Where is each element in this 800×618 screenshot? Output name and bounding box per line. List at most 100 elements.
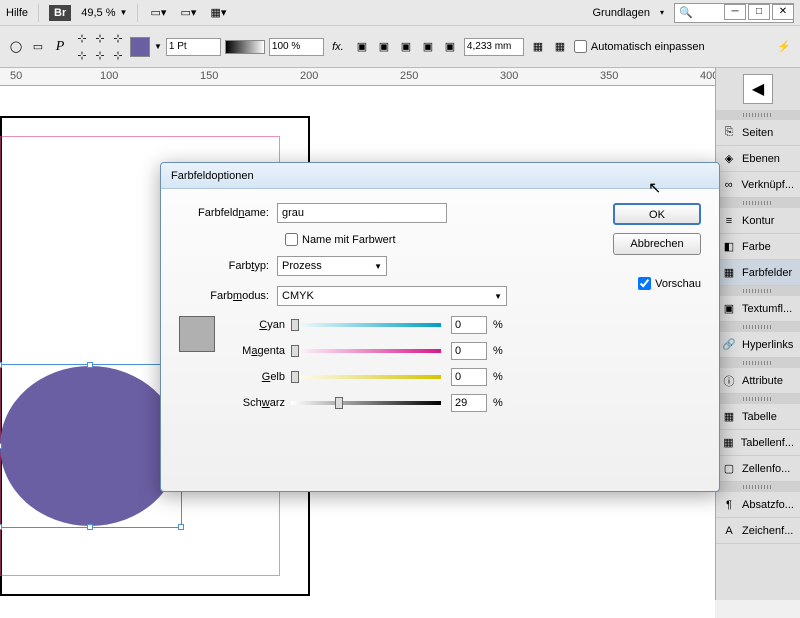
fit-icon[interactable]: ▦ xyxy=(528,37,548,57)
yellow-slider[interactable] xyxy=(291,371,441,383)
resize-handle[interactable] xyxy=(0,362,2,368)
color-icon: ◧ xyxy=(722,240,736,254)
parastyle-icon: ¶ xyxy=(722,498,736,512)
name-with-value-checkbox[interactable] xyxy=(285,233,298,246)
panel-hyperlinks[interactable]: 🔗Hyperlinks xyxy=(716,332,800,358)
flash-icon[interactable]: ⚡ xyxy=(774,37,794,57)
chevron-down-icon[interactable]: ▾ xyxy=(660,8,664,17)
panel-grip[interactable] xyxy=(716,286,800,296)
panel-grip[interactable] xyxy=(716,198,800,208)
anchor-icon[interactable]: ⊹ xyxy=(74,47,90,63)
yellow-label: Gelb xyxy=(231,371,291,383)
wrap-icon[interactable]: ▣ xyxy=(440,37,460,57)
magenta-slider[interactable] xyxy=(291,345,441,357)
panel-seiten[interactable]: ⎘Seiten xyxy=(716,120,800,146)
panel-attribute[interactable]: ⓘAttribute xyxy=(716,368,800,394)
panel-grip[interactable] xyxy=(716,322,800,332)
hyperlink-icon: 🔗 xyxy=(722,338,736,352)
rect-tool-icon[interactable]: ▭ xyxy=(28,37,48,57)
table-icon: ▦ xyxy=(722,410,736,424)
color-type-dropdown[interactable]: Prozess▼ xyxy=(277,256,387,276)
tablestyle-icon: ▦ xyxy=(722,436,735,450)
preview-label: Vorschau xyxy=(655,278,701,290)
fx-icon[interactable]: fx. xyxy=(328,37,348,57)
resize-handle[interactable] xyxy=(0,443,2,449)
panel-ebenen[interactable]: ◈Ebenen xyxy=(716,146,800,172)
panel-tabellenf[interactable]: ▦Tabellenf... xyxy=(716,430,800,456)
zoom-level[interactable]: 49,5 % xyxy=(81,7,115,19)
charstyle-icon: A xyxy=(722,524,736,538)
panel-verknuepf[interactable]: ∞Verknüpf... xyxy=(716,172,800,198)
panel-grip[interactable] xyxy=(716,482,800,492)
wrap-icon[interactable]: ▣ xyxy=(418,37,438,57)
resize-handle[interactable] xyxy=(87,524,93,530)
fill-swatch[interactable] xyxy=(130,37,150,57)
panel-kontur[interactable]: ≡Kontur xyxy=(716,208,800,234)
top-menu-bar: Hilfe Br 49,5 % ▼ ▭▾ ▭▾ ▦▾ Grundlagen ▾ … xyxy=(0,0,800,26)
anchor-icon[interactable]: ⊹ xyxy=(110,47,126,63)
panel-grip[interactable] xyxy=(716,110,800,120)
wrap-icon[interactable]: ▣ xyxy=(374,37,394,57)
panels-dock: ◀ ⎘Seiten ◈Ebenen ∞Verknüpf... ≡Kontur ◧… xyxy=(715,68,800,600)
color-mode-dropdown[interactable]: CMYK▼ xyxy=(277,286,507,306)
attribute-icon: ⓘ xyxy=(722,374,736,388)
fit-icon[interactable]: ▦ xyxy=(550,37,570,57)
yellow-value-input[interactable] xyxy=(451,368,487,386)
autofit-checkbox[interactable] xyxy=(574,40,587,53)
opacity-input[interactable] xyxy=(269,38,324,56)
magenta-value-input[interactable] xyxy=(451,342,487,360)
maximize-button[interactable]: □ xyxy=(748,4,770,20)
anchor-icon[interactable]: ⊹ xyxy=(92,47,108,63)
minimize-button[interactable]: ─ xyxy=(724,4,746,20)
workspace-switcher[interactable]: Grundlagen xyxy=(592,7,650,19)
ok-button[interactable]: OK xyxy=(613,203,701,225)
anchor-icon[interactable]: ⊹ xyxy=(74,30,90,46)
cyan-slider[interactable] xyxy=(291,319,441,331)
expand-panels-icon[interactable]: ◀ xyxy=(743,74,773,104)
anchor-icon[interactable]: ⊹ xyxy=(110,30,126,46)
textwrap-icon: ▣ xyxy=(722,302,736,316)
panel-absatzfo[interactable]: ¶Absatzfo... xyxy=(716,492,800,518)
panel-grip[interactable] xyxy=(716,358,800,368)
black-slider[interactable] xyxy=(291,397,441,409)
anchor-icon[interactable]: ⊹ xyxy=(92,30,108,46)
color-type-label: Farbtyp: xyxy=(179,260,277,272)
panel-grip[interactable] xyxy=(716,394,800,404)
black-value-input[interactable] xyxy=(451,394,487,412)
dialog-titlebar[interactable]: Farbfeldoptionen xyxy=(161,163,719,189)
wrap-icon[interactable]: ▣ xyxy=(396,37,416,57)
panel-farbe[interactable]: ◧Farbe xyxy=(716,234,800,260)
help-menu[interactable]: Hilfe xyxy=(6,7,28,19)
panel-farbfelder[interactable]: ▦Farbfelder xyxy=(716,260,800,286)
panel-zeichenfo[interactable]: AZeichenf... xyxy=(716,518,800,544)
type-tool-icon[interactable]: P xyxy=(50,37,70,57)
chevron-down-icon[interactable]: ▼ xyxy=(154,42,162,51)
cyan-value-input[interactable] xyxy=(451,316,487,334)
chevron-down-icon: ▼ xyxy=(494,292,502,301)
wrap-icon[interactable]: ▣ xyxy=(352,37,372,57)
cyan-label: Cyan xyxy=(231,319,291,331)
cancel-button[interactable]: Abbrechen xyxy=(613,233,701,255)
swatches-icon: ▦ xyxy=(722,266,736,280)
view-options-icon[interactable]: ▭▾ xyxy=(148,3,168,23)
screen-mode-icon[interactable]: ▭▾ xyxy=(178,3,198,23)
cellstyle-icon: ▢ xyxy=(722,462,736,476)
panel-tabelle[interactable]: ▦Tabelle xyxy=(716,404,800,430)
arrange-docs-icon[interactable]: ▦▾ xyxy=(208,3,228,23)
ellipse-tool-icon[interactable]: ◯ xyxy=(6,37,26,57)
panel-zellenfo[interactable]: ▢Zellenfo... xyxy=(716,456,800,482)
preview-checkbox[interactable] xyxy=(638,277,651,290)
gradient-swatch[interactable] xyxy=(225,40,265,54)
panel-textumfl[interactable]: ▣Textumfl... xyxy=(716,296,800,322)
measure-input[interactable] xyxy=(464,38,524,56)
resize-handle[interactable] xyxy=(87,362,93,368)
resize-handle[interactable] xyxy=(178,524,184,530)
stroke-weight-input[interactable] xyxy=(166,38,221,56)
resize-handle[interactable] xyxy=(0,524,2,530)
close-button[interactable]: ✕ xyxy=(772,4,794,20)
bridge-button[interactable]: Br xyxy=(49,5,71,21)
chevron-down-icon: ▼ xyxy=(374,262,382,271)
swatch-name-input[interactable] xyxy=(277,203,447,223)
chevron-down-icon[interactable]: ▼ xyxy=(120,8,128,17)
stroke-icon: ≡ xyxy=(722,214,736,228)
